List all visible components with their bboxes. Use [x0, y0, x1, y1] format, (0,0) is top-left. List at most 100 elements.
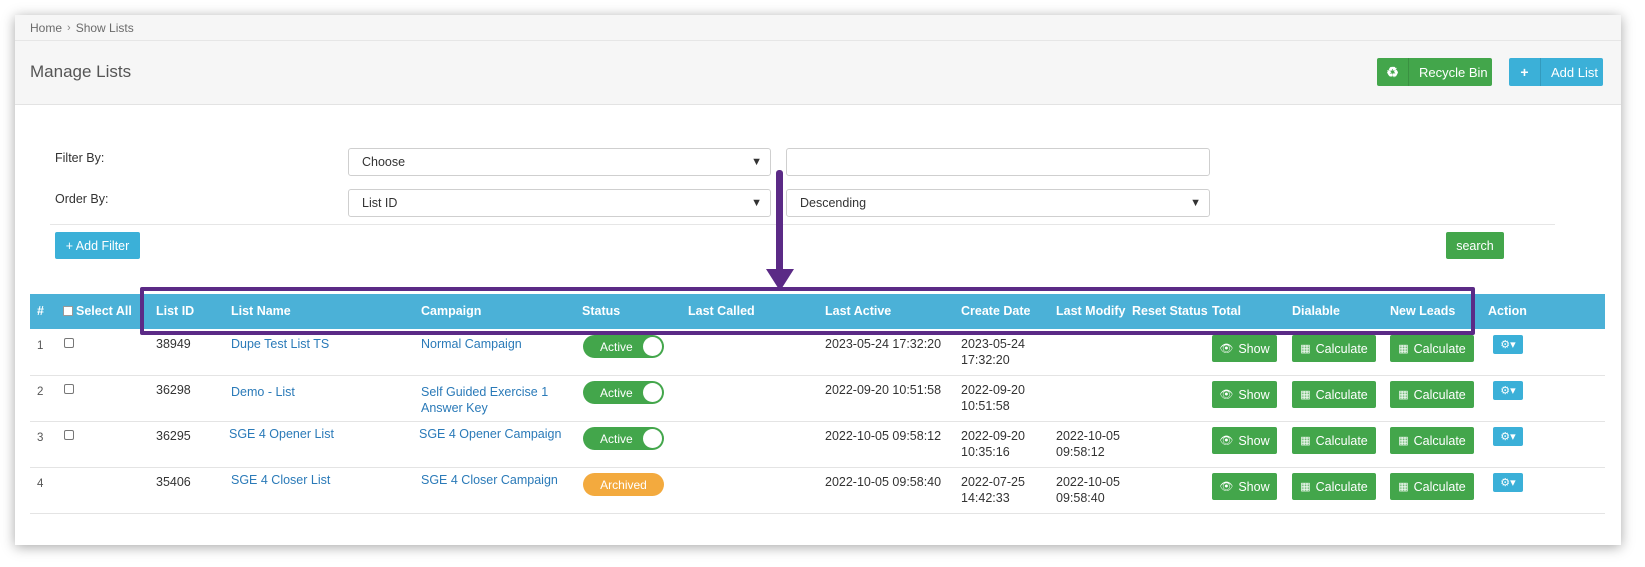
calculate-new-leads-button[interactable]: ▦ Calculate — [1390, 473, 1474, 500]
breadcrumb-home[interactable]: Home — [30, 21, 62, 35]
row-checkbox[interactable] — [64, 384, 74, 394]
toggle-knob — [643, 337, 662, 356]
filter-divider — [50, 224, 1555, 225]
select-all-label: Select All — [76, 304, 132, 318]
last-modify: 2022-10-05 09:58:12 — [1056, 428, 1120, 460]
breadcrumb: Home › Show Lists — [15, 15, 1621, 41]
calculate-label: Calculate — [1315, 387, 1368, 402]
calculate-dialable-button[interactable]: ▦ Calculate — [1292, 473, 1376, 500]
add-filter-button[interactable]: + Add Filter — [55, 232, 140, 259]
eye-icon: 👁 — [1219, 389, 1234, 401]
show-total-button[interactable]: 👁 Show — [1212, 381, 1277, 408]
status-toggle[interactable]: Active — [583, 381, 664, 404]
add-list-button[interactable]: + Add List — [1509, 58, 1603, 86]
calculator-icon: ▦ — [1300, 343, 1311, 355]
calculate-new-leads-button[interactable]: ▦ Calculate — [1390, 427, 1474, 454]
last-active: 2022-10-05 09:58:12 — [825, 429, 942, 443]
search-button[interactable]: search — [1446, 232, 1504, 259]
add-list-label: Add List — [1551, 64, 1598, 80]
page-title: Manage Lists — [30, 62, 132, 81]
campaign-link[interactable]: SGE 4 Closer Campaign — [421, 472, 571, 488]
select-all-checkbox[interactable] — [63, 306, 73, 316]
row-checkbox[interactable] — [64, 338, 74, 348]
calculate-label: Calculate — [1315, 433, 1368, 448]
create-date-day: 2022-07-25 — [961, 475, 1025, 489]
status-toggle[interactable]: Active — [583, 335, 664, 358]
show-label: Show — [1238, 341, 1270, 356]
page-header: Manage Lists ♻ Recycle Bin + Add List — [15, 41, 1621, 105]
breadcrumb-separator: › — [67, 21, 71, 34]
status-label: Active — [600, 339, 633, 354]
list-name-link[interactable]: Demo - List — [231, 384, 295, 400]
last-modify: 2022-10-05 09:58:40 — [1056, 474, 1120, 506]
col-select-all[interactable]: Select All — [63, 304, 132, 318]
show-total-button[interactable]: 👁 Show — [1212, 473, 1277, 500]
calculate-label: Calculate — [1413, 479, 1466, 494]
table-row: 3 36295 SGE 4 Opener List SGE 4 Opener C… — [30, 421, 1605, 468]
action-gear-button[interactable]: ⚙▾ — [1493, 335, 1523, 354]
col-number: # — [37, 304, 44, 318]
order-by-label: Order By: — [55, 192, 109, 206]
list-id: 35406 — [156, 475, 191, 489]
list-name-link[interactable]: SGE 4 Opener List — [229, 426, 334, 442]
calculate-label: Calculate — [1413, 433, 1466, 448]
show-total-button[interactable]: 👁 Show — [1212, 335, 1277, 362]
gear-icon: ⚙▾ — [1500, 339, 1516, 351]
order-by-select[interactable]: List ID ▼ — [348, 189, 771, 217]
row-checkbox[interactable] — [64, 430, 74, 440]
create-date: 2022-09-20 10:35:16 — [961, 428, 1025, 460]
status-label: Active — [600, 385, 633, 400]
last-active: 2022-10-05 09:58:40 — [825, 475, 942, 489]
order-by-value: List ID — [362, 196, 398, 210]
status-toggle[interactable]: Active — [583, 427, 664, 450]
action-gear-button[interactable]: ⚙▾ — [1493, 473, 1523, 492]
show-label: Show — [1238, 433, 1270, 448]
filter-by-select[interactable]: Choose ▼ — [348, 148, 771, 176]
annotation-highlight-box — [140, 287, 1475, 335]
eye-icon: 👁 — [1219, 481, 1234, 493]
campaign-link[interactable]: Self Guided Exercise 1 Answer Key — [421, 384, 561, 416]
table-row: 4 35406 SGE 4 Closer List SGE 4 Closer C… — [30, 467, 1605, 514]
calculator-icon: ▦ — [1300, 435, 1311, 447]
gear-icon: ⚙▾ — [1500, 385, 1516, 397]
toggle-knob — [643, 429, 662, 448]
calculate-label: Calculate — [1315, 479, 1368, 494]
list-name-link[interactable]: Dupe Test List TS — [231, 336, 329, 352]
list-name-link[interactable]: SGE 4 Closer List — [231, 472, 330, 488]
calculator-icon: ▦ — [1398, 343, 1409, 355]
row-number: 1 — [37, 340, 44, 352]
status-label: Archived — [600, 477, 647, 492]
list-id: 36295 — [156, 429, 191, 443]
calculate-new-leads-button[interactable]: ▦ Calculate — [1390, 381, 1474, 408]
campaign-link[interactable]: Normal Campaign — [421, 336, 571, 352]
row-number: 2 — [37, 386, 44, 398]
row-number: 4 — [37, 478, 44, 490]
campaign-link[interactable]: SGE 4 Opener Campaign — [419, 426, 569, 442]
calculator-icon: ▦ — [1398, 435, 1409, 447]
create-date-time: 10:51:58 — [961, 399, 1010, 413]
recycle-icon: ♻ — [1377, 58, 1409, 86]
create-date-day: 2023-05-24 — [961, 337, 1025, 351]
filter-by-value: Choose — [362, 155, 406, 169]
show-total-button[interactable]: 👁 Show — [1212, 427, 1277, 454]
calculate-dialable-button[interactable]: ▦ Calculate — [1292, 427, 1376, 454]
calculator-icon: ▦ — [1300, 481, 1311, 493]
calculate-dialable-button[interactable]: ▦ Calculate — [1292, 335, 1376, 362]
recycle-bin-button[interactable]: ♻ Recycle Bin — [1377, 58, 1492, 86]
calculate-dialable-button[interactable]: ▦ Calculate — [1292, 381, 1376, 408]
recycle-bin-label: Recycle Bin — [1419, 64, 1488, 80]
create-date: 2022-09-20 10:51:58 — [961, 382, 1025, 414]
app-window: Home › Show Lists Manage Lists ♻ Recycle… — [15, 15, 1621, 545]
calculate-new-leads-button[interactable]: ▦ Calculate — [1390, 335, 1474, 362]
action-gear-button[interactable]: ⚙▾ — [1493, 381, 1523, 400]
col-action: Action — [1488, 304, 1527, 318]
toggle-knob — [643, 383, 662, 402]
eye-icon: 👁 — [1219, 435, 1234, 447]
chevron-down-icon: ▼ — [751, 156, 762, 168]
table-row: 2 36298 Demo - List Self Guided Exercise… — [30, 375, 1605, 422]
filter-value-input[interactable] — [786, 148, 1210, 176]
calculate-label: Calculate — [1413, 341, 1466, 356]
action-gear-button[interactable]: ⚙▾ — [1493, 427, 1523, 446]
annotation-arrow-shaft — [776, 170, 783, 275]
order-direction-select[interactable]: Descending ▼ — [786, 189, 1210, 217]
